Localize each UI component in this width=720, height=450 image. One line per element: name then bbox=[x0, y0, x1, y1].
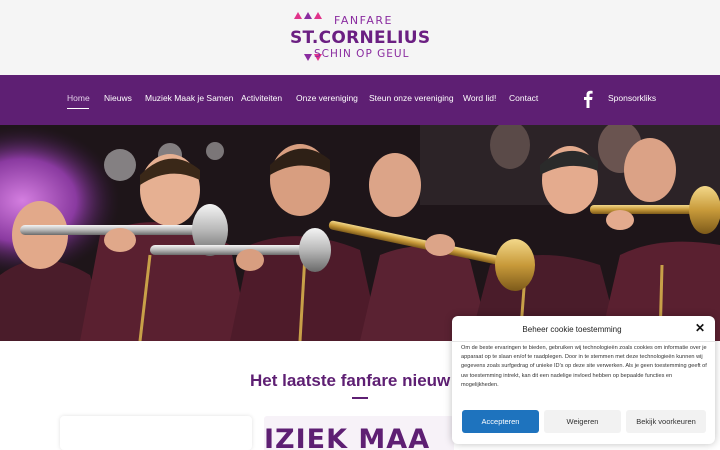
cookie-dialog-title: Beheer cookie toestemming bbox=[522, 325, 622, 334]
cookie-consent-dialog: Beheer cookie toestemming ✕ Om de beste … bbox=[452, 316, 715, 444]
news-card-image-text: IZIEK MAA bbox=[264, 424, 431, 450]
accept-button[interactable]: Accepteren bbox=[462, 410, 539, 433]
cookie-divider bbox=[452, 341, 715, 342]
close-icon[interactable]: ✕ bbox=[694, 322, 706, 334]
hero-photo-illustration bbox=[0, 125, 720, 341]
nav-item-nieuws[interactable]: Nieuws bbox=[104, 93, 132, 103]
facebook-icon[interactable] bbox=[583, 90, 593, 108]
logo-location-text: SCHIN OP GEUL bbox=[314, 48, 410, 60]
deny-button[interactable]: Weigeren bbox=[544, 410, 621, 433]
nav-item-muziek[interactable]: Muziek Maak je Samen bbox=[145, 93, 233, 103]
news-card[interactable] bbox=[60, 416, 252, 450]
hero-photo bbox=[0, 125, 720, 341]
site-logo[interactable]: FANFARE ST.CORNELIUS SCHIN OP GEUL bbox=[288, 12, 438, 64]
title-divider bbox=[352, 397, 368, 399]
site-header: FANFARE ST.CORNELIUS SCHIN OP GEUL bbox=[0, 0, 720, 75]
nav-item-word-lid[interactable]: Word lid! bbox=[463, 93, 496, 103]
nav-item-contact[interactable]: Contact bbox=[509, 93, 538, 103]
nav-item-steun[interactable]: Steun onze vereniging bbox=[369, 93, 454, 103]
cookie-dialog-text: Om de beste ervaringen te bieden, gebrui… bbox=[461, 345, 707, 388]
view-preferences-button[interactable]: Bekijk voorkeuren bbox=[626, 410, 706, 433]
logo-name-text: ST.CORNELIUS bbox=[290, 28, 431, 48]
nav-item-home[interactable]: Home bbox=[67, 93, 90, 103]
nav-item-sponsorkliks[interactable]: Sponsorkliks bbox=[608, 93, 656, 103]
nav-item-onze-vereniging[interactable]: Onze vereniging bbox=[296, 93, 358, 103]
nav-item-activiteiten[interactable]: Activiteiten bbox=[241, 93, 282, 103]
news-card-muziek[interactable]: IZIEK MAA bbox=[264, 416, 454, 450]
news-section-title: Het laatste fanfare nieuw bbox=[250, 371, 451, 390]
active-nav-indicator bbox=[67, 108, 89, 109]
logo-fanfare-text: FANFARE bbox=[334, 14, 394, 27]
